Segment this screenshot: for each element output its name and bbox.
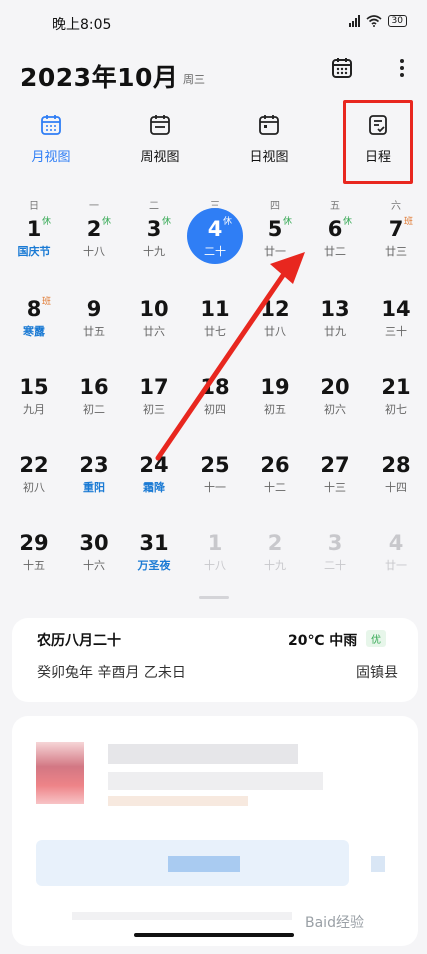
blurred-text-line bbox=[108, 796, 248, 806]
blurred-button-label bbox=[168, 856, 240, 872]
day-info-card[interactable]: 农历八月二十 癸卯兔年 辛酉月 乙未日 20℃ 中雨 优 固镇县 bbox=[12, 618, 418, 702]
air-quality-badge: 优 bbox=[366, 630, 386, 647]
ganzhi-date: 癸卯兔年 辛酉月 乙未日 bbox=[37, 665, 186, 681]
blurred-text-line bbox=[108, 772, 323, 790]
blurred-text-line bbox=[72, 912, 292, 920]
weather-text: 20℃ 中雨 bbox=[288, 633, 358, 649]
blurred-icon bbox=[371, 856, 385, 872]
watermark: Baid经验 bbox=[305, 915, 364, 931]
drag-handle[interactable] bbox=[199, 596, 229, 599]
home-indicator[interactable] bbox=[134, 933, 294, 937]
blurred-text-line bbox=[108, 744, 298, 764]
lunar-date: 农历八月二十 bbox=[37, 633, 121, 649]
blurred-avatar bbox=[36, 742, 84, 804]
location-label: 固镇县 bbox=[356, 665, 398, 681]
